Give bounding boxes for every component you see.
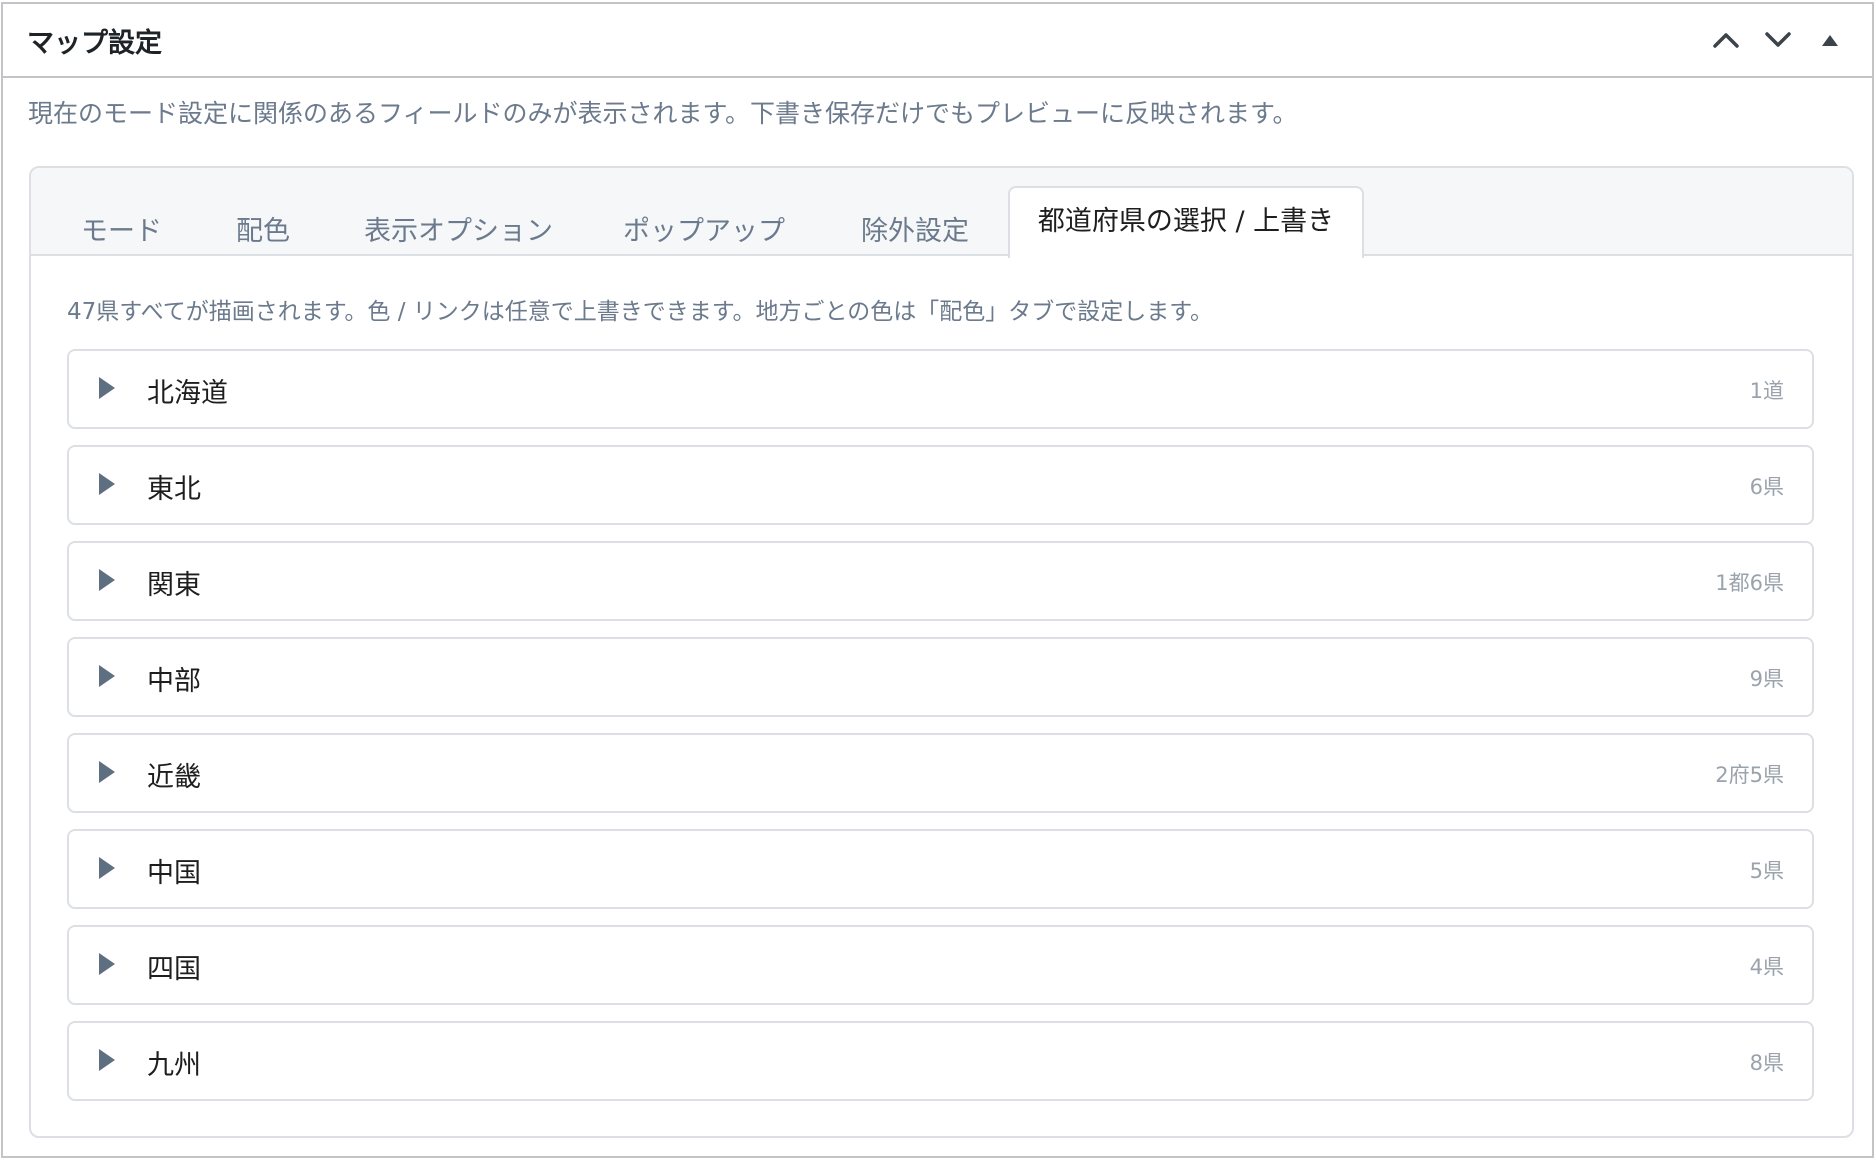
expand-triangle-icon	[99, 665, 115, 687]
metabox-description: 現在のモード設定に関係のあるフィールドのみが表示されます。下書き保存だけでもプレ…	[28, 99, 1298, 128]
region-name: 四国	[147, 954, 201, 985]
region-name: 中部	[147, 666, 201, 697]
metabox-header: マップ設定	[3, 4, 1872, 78]
map-settings-metabox: マップ設定 現在のモード設定に関係のあるフィールドのみが表示されます。下書き保存…	[1, 2, 1874, 1158]
expand-triangle-icon	[99, 377, 115, 399]
region-row-kanto[interactable]: 関東 1都6県	[67, 541, 1814, 621]
header-actions	[1710, 24, 1846, 56]
chevron-up-icon	[1713, 33, 1739, 48]
region-row-shikoku[interactable]: 四国 4県	[67, 925, 1814, 1005]
region-count: 9県	[1749, 667, 1784, 691]
region-name: 東北	[147, 474, 201, 505]
metabox-title: マップ設定	[27, 27, 162, 59]
toggle-panel-button[interactable]	[1814, 24, 1846, 56]
region-count: 8県	[1749, 1051, 1784, 1075]
tab-note: 47県すべてが描画されます。色 / リンクは任意で上書きできます。地方ごとの色は…	[67, 299, 1213, 325]
tab-mode[interactable]: モード	[81, 204, 162, 245]
tab-bar: モード 配色 表示オプション ポップアップ 除外設定 都道府県の選択 / 上書き	[31, 168, 1852, 258]
tab-colors[interactable]: 配色	[236, 204, 290, 245]
region-count: 1道	[1749, 379, 1784, 403]
move-down-button[interactable]	[1762, 24, 1794, 56]
chevron-down-icon	[1765, 32, 1791, 47]
region-row-tohoku[interactable]: 東北 6県	[67, 445, 1814, 525]
region-row-chugoku[interactable]: 中国 5県	[67, 829, 1814, 909]
region-name: 九州	[147, 1050, 201, 1081]
region-name: 関東	[147, 570, 201, 601]
region-row-kinki[interactable]: 近畿 2府5県	[67, 733, 1814, 813]
settings-panel: モード 配色 表示オプション ポップアップ 除外設定 都道府県の選択 / 上書き…	[29, 166, 1854, 1138]
expand-triangle-icon	[99, 953, 115, 975]
expand-triangle-icon	[99, 473, 115, 495]
tab-popup[interactable]: ポップアップ	[623, 204, 785, 245]
tab-exclusion[interactable]: 除外設定	[861, 204, 969, 245]
expand-triangle-icon	[99, 857, 115, 879]
region-count: 2府5県	[1715, 763, 1784, 787]
region-row-kyushu[interactable]: 九州 8県	[67, 1021, 1814, 1101]
tab-prefecture-override[interactable]: 都道府県の選択 / 上書き	[1008, 186, 1364, 258]
expand-triangle-icon	[99, 569, 115, 591]
expand-triangle-icon	[99, 761, 115, 783]
tab-display-options[interactable]: 表示オプション	[364, 204, 553, 245]
expand-triangle-icon	[99, 1049, 115, 1071]
region-row-chubu[interactable]: 中部 9県	[67, 637, 1814, 717]
region-name: 中国	[147, 858, 201, 889]
region-count: 6県	[1749, 475, 1784, 499]
region-name: 近畿	[147, 762, 201, 793]
region-count: 1都6県	[1715, 571, 1784, 595]
move-up-button[interactable]	[1710, 24, 1742, 56]
region-name: 北海道	[147, 378, 228, 409]
triangle-up-icon	[1822, 35, 1838, 46]
region-count: 5県	[1749, 859, 1784, 883]
region-count: 4県	[1749, 955, 1784, 979]
region-row-hokkaido[interactable]: 北海道 1道	[67, 349, 1814, 429]
